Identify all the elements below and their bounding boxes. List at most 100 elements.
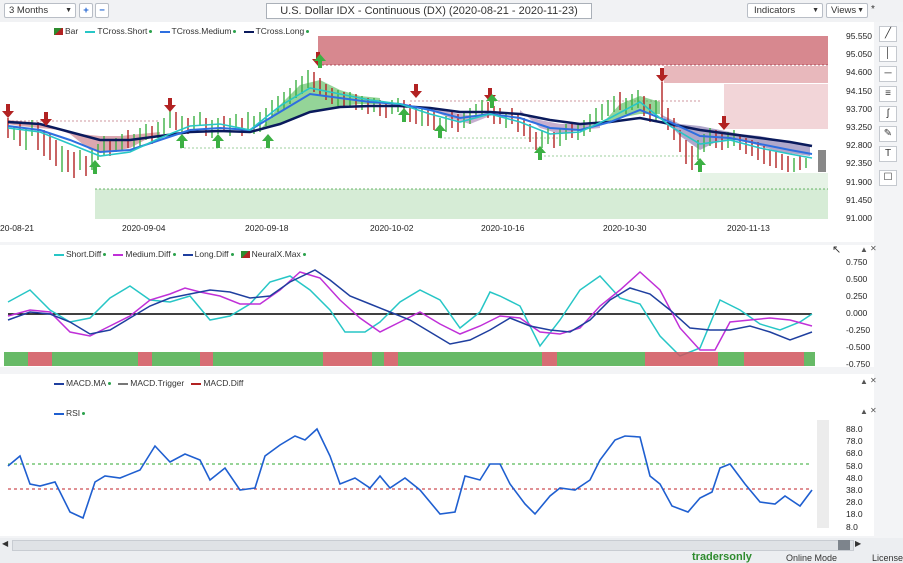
close-panel-icon[interactable]: ✕ bbox=[870, 376, 877, 385]
online-mode-status: Online Mode bbox=[786, 553, 838, 563]
buy-arrow-icon bbox=[434, 124, 446, 138]
sell-arrow-icon bbox=[2, 104, 14, 118]
price-chart[interactable]: 20-08-21 2020-09-04 2020-09-18 2020-10-0… bbox=[0, 22, 829, 242]
indicators-dropdown[interactable]: Indicators ▼ bbox=[747, 3, 823, 18]
pin-icon[interactable]: * bbox=[871, 4, 875, 15]
legend-item[interactable]: MACD.Diff bbox=[203, 378, 243, 388]
diff-y-tick: 0.250 bbox=[846, 291, 868, 301]
buy-arrow-icon bbox=[89, 160, 101, 174]
neuralx-segment bbox=[398, 352, 542, 366]
text-tool-icon[interactable]: T bbox=[879, 146, 897, 162]
pattern-tool-icon[interactable]: ʃ bbox=[879, 106, 897, 122]
status-dot-icon bbox=[172, 253, 176, 257]
status-dot-icon bbox=[233, 30, 237, 34]
legend-item[interactable]: Medium.Diff bbox=[125, 249, 170, 259]
close-panel-icon[interactable]: ✕ bbox=[870, 244, 877, 253]
legend-item[interactable]: MACD.Trigger bbox=[130, 378, 184, 388]
buy-arrow-icon bbox=[694, 158, 706, 172]
resistance-zone bbox=[724, 84, 828, 129]
price-y-tick: 94.150 bbox=[846, 85, 872, 96]
collapse-panel-icon[interactable]: ▲ bbox=[860, 407, 868, 416]
views-dropdown[interactable]: Views ▼ bbox=[826, 3, 868, 18]
price-y-tick: 95.050 bbox=[846, 49, 872, 60]
x-tick: 20-08-21 bbox=[0, 223, 34, 233]
legend-item[interactable]: TCross.Long bbox=[256, 26, 305, 36]
neuralx-segment bbox=[66, 352, 96, 366]
vertical-line-icon[interactable]: │ bbox=[879, 46, 897, 62]
neuralx-segment bbox=[804, 352, 815, 366]
line-swatch-icon bbox=[159, 30, 170, 33]
scroll-left-icon[interactable]: ◀ bbox=[2, 539, 8, 548]
current-price-marker bbox=[818, 150, 826, 172]
neuralx-segment bbox=[152, 352, 200, 366]
neuralx-segment bbox=[138, 352, 152, 366]
remove-timeframe-button[interactable]: − bbox=[95, 3, 109, 18]
legend-item[interactable]: TCross.Short bbox=[97, 26, 147, 36]
medium-diff-line bbox=[7, 270, 813, 351]
buy-arrow-icon bbox=[262, 134, 274, 148]
price-y-tick: 94.600 bbox=[846, 67, 872, 78]
legend-item[interactable]: NeuralX.Max bbox=[252, 249, 301, 259]
rsi-y-tick: 58.0 bbox=[846, 460, 863, 471]
neuralx-segment bbox=[744, 352, 804, 366]
status-dot-icon bbox=[108, 382, 112, 386]
macd-legend: MACD.MA MACD.Trigger MACD.Diff bbox=[54, 378, 243, 388]
x-tick: 2020-10-16 bbox=[481, 223, 525, 233]
rsi-y-tick: 18.0 bbox=[846, 509, 863, 520]
indicators-label: Indicators bbox=[754, 5, 796, 16]
legend-item[interactable]: Bar bbox=[65, 26, 78, 36]
price-y-tick: 95.550 bbox=[846, 31, 872, 41]
rsi-y-tick: 48.0 bbox=[846, 472, 863, 483]
neuralx-segment bbox=[52, 352, 66, 366]
status-dot-icon bbox=[306, 30, 310, 34]
neuralx-segment bbox=[323, 352, 372, 366]
status-dot-icon bbox=[103, 253, 107, 257]
collapse-panel-icon[interactable]: ▲ bbox=[860, 245, 868, 254]
diff-y-tick: -0.250 bbox=[846, 325, 871, 335]
chart-toolbar: 3 Months ▼ + − U.S. Dollar IDX - Continu… bbox=[0, 0, 903, 22]
legend-item[interactable]: TCross.Medium bbox=[172, 26, 232, 36]
scroll-thumb[interactable] bbox=[838, 540, 850, 550]
horizontal-line-icon[interactable]: ─ bbox=[879, 66, 897, 82]
license-status[interactable]: License bbox=[872, 553, 903, 563]
legend-item[interactable]: Long.Diff bbox=[195, 249, 229, 259]
legend-item[interactable]: Short.Diff bbox=[66, 249, 101, 259]
price-y-tick: 92.350 bbox=[846, 158, 872, 169]
rsi-line bbox=[7, 427, 813, 520]
add-timeframe-button[interactable]: + bbox=[79, 3, 93, 18]
fib-retracement-icon[interactable]: ≡ bbox=[879, 86, 897, 102]
plus-icon: + bbox=[83, 5, 89, 16]
rsi-legend: RSI bbox=[54, 408, 86, 418]
x-tick: 2020-10-30 bbox=[603, 223, 647, 233]
diff-y-tick: 0.500 bbox=[846, 274, 868, 284]
status-dot-icon bbox=[302, 253, 306, 257]
price-bars bbox=[7, 70, 807, 178]
collapse-panel-icon[interactable]: ▲ bbox=[860, 377, 868, 386]
neuralx-segment bbox=[213, 352, 323, 366]
comment-icon[interactable]: ☐ bbox=[879, 170, 897, 186]
diff-y-tick: -0.500 bbox=[846, 342, 871, 352]
scroll-right-icon[interactable]: ▶ bbox=[855, 539, 861, 548]
rsi-chart[interactable] bbox=[0, 374, 829, 536]
close-panel-icon[interactable]: ✕ bbox=[870, 406, 877, 415]
chart-title[interactable]: U.S. Dollar IDX - Continuous (DX) (2020-… bbox=[266, 3, 592, 19]
price-y-tick: 91.450 bbox=[846, 194, 872, 205]
line-swatch-icon bbox=[113, 253, 124, 256]
chevron-down-icon: ▼ bbox=[857, 7, 864, 14]
draw-line-icon[interactable]: ╱ bbox=[879, 26, 897, 42]
legend-item[interactable]: RSI bbox=[66, 408, 80, 418]
annotate-icon[interactable]: ✎ bbox=[879, 126, 897, 142]
neuralx-segment bbox=[718, 352, 744, 366]
chevron-down-icon: ▼ bbox=[65, 7, 72, 14]
neuralx-segment bbox=[557, 352, 571, 366]
scrollbar[interactable] bbox=[12, 540, 854, 551]
price-y-tick: 93.700 bbox=[846, 103, 872, 114]
x-tick: 2020-09-18 bbox=[245, 223, 289, 233]
line-swatch-icon bbox=[85, 30, 96, 33]
legend-item[interactable]: MACD.MA bbox=[66, 378, 106, 388]
minus-icon: − bbox=[99, 5, 105, 16]
status-dot-icon bbox=[82, 412, 86, 416]
period-dropdown[interactable]: 3 Months ▼ bbox=[4, 3, 76, 18]
diff-chart[interactable] bbox=[0, 245, 829, 367]
diff-y-tick: 0.000 bbox=[846, 308, 868, 318]
